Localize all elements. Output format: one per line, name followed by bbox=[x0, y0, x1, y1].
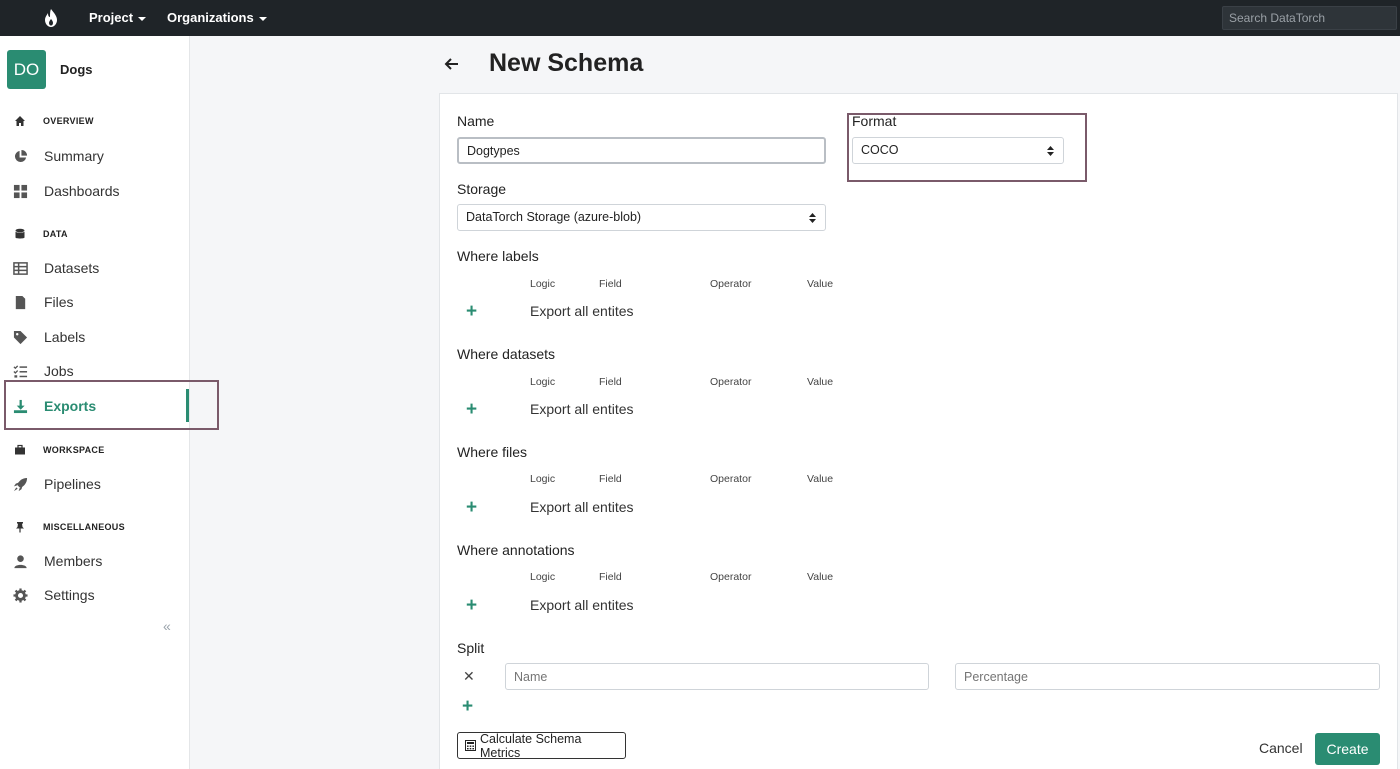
sidebar-item-labels-label: Labels bbox=[44, 329, 86, 345]
column-value: Value bbox=[807, 278, 834, 290]
calculate-schema-metrics-label: Calculate Schema Metrics bbox=[479, 731, 582, 760]
sidebar-item-pipelines-label: Pipelines bbox=[44, 476, 101, 492]
sidebar-item-dashboards[interactable]: Dashboards bbox=[0, 175, 188, 207]
tag-icon bbox=[13, 330, 28, 344]
export-all-annotations-text: Export all entites bbox=[530, 597, 634, 613]
organizations-menu[interactable]: Organizations bbox=[167, 0, 267, 36]
project-menu-label: Project bbox=[89, 10, 134, 25]
sidebar-item-settings-label: Settings bbox=[44, 587, 95, 603]
column-logic: Logic bbox=[530, 278, 556, 290]
sidebar-item-members[interactable]: Members bbox=[0, 545, 188, 577]
file-icon bbox=[15, 295, 26, 309]
column-logic: Logic bbox=[530, 571, 556, 583]
export-all-labels-text: Export all entites bbox=[530, 303, 634, 319]
datatorch-logo-icon[interactable] bbox=[42, 8, 60, 28]
section-workspace: WORKSPACE bbox=[14, 442, 105, 458]
column-field: Field bbox=[599, 571, 622, 583]
calculate-schema-metrics-button[interactable]: Calculate Schema Metrics bbox=[457, 731, 626, 760]
export-all-datasets-text: Export all entites bbox=[530, 401, 634, 417]
split-name-input[interactable] bbox=[505, 663, 929, 690]
sidebar-item-summary-label: Summary bbox=[44, 148, 104, 164]
page-title: New Schema bbox=[489, 49, 644, 77]
column-value: Value bbox=[807, 376, 834, 388]
storage-label: Storage bbox=[457, 181, 507, 197]
project-name[interactable]: Dogs bbox=[60, 62, 93, 77]
sidebar-item-datasets[interactable]: Datasets bbox=[0, 252, 188, 284]
highlight-exports bbox=[4, 380, 219, 430]
pie-chart-icon bbox=[14, 149, 28, 162]
section-overview-label: OVERVIEW bbox=[43, 116, 94, 126]
calculator-icon bbox=[465, 740, 476, 751]
column-field: Field bbox=[599, 473, 622, 485]
add-file-filter-icon[interactable]: + bbox=[466, 498, 477, 517]
briefcase-icon bbox=[15, 444, 25, 455]
pin-icon bbox=[16, 522, 24, 533]
column-value: Value bbox=[807, 473, 834, 485]
home-icon bbox=[15, 116, 25, 126]
top-navbar: Project Organizations bbox=[0, 0, 1400, 36]
sidebar-item-summary[interactable]: Summary bbox=[0, 140, 188, 172]
column-operator: Operator bbox=[710, 278, 752, 290]
back-arrow-icon[interactable] bbox=[443, 54, 461, 74]
user-icon bbox=[14, 554, 27, 568]
column-logic: Logic bbox=[530, 376, 556, 388]
database-icon bbox=[15, 228, 25, 239]
cancel-button[interactable]: Cancel bbox=[1259, 740, 1303, 756]
rocket-icon bbox=[13, 477, 28, 491]
table-icon bbox=[13, 261, 28, 275]
section-data: DATA bbox=[14, 226, 68, 242]
section-miscellaneous: MISCELLANEOUS bbox=[14, 519, 125, 535]
where-annotations-heading: Where annotations bbox=[457, 542, 575, 558]
chevron-down-icon bbox=[258, 16, 267, 21]
section-overview: OVERVIEW bbox=[14, 113, 94, 129]
name-label: Name bbox=[457, 113, 495, 129]
sidebar-item-pipelines[interactable]: Pipelines bbox=[0, 468, 188, 500]
sidebar-item-files[interactable]: Files bbox=[0, 286, 188, 318]
storage-select-value: DataTorch Storage (azure-blob) bbox=[466, 210, 642, 224]
remove-split-icon[interactable]: ✕ bbox=[463, 668, 475, 685]
column-field: Field bbox=[599, 376, 622, 388]
section-miscellaneous-label: MISCELLANEOUS bbox=[43, 522, 125, 532]
add-split-icon[interactable]: + bbox=[462, 697, 473, 716]
search-input[interactable] bbox=[1222, 6, 1397, 30]
where-datasets-heading: Where datasets bbox=[457, 346, 556, 362]
where-files-heading: Where files bbox=[457, 444, 528, 460]
where-labels-heading: Where labels bbox=[457, 248, 539, 264]
add-label-filter-icon[interactable]: + bbox=[466, 302, 477, 321]
name-input[interactable] bbox=[457, 137, 826, 164]
column-value: Value bbox=[807, 571, 834, 583]
create-button[interactable]: Create bbox=[1315, 733, 1380, 765]
add-annotation-filter-icon[interactable]: + bbox=[466, 596, 477, 615]
highlight-format bbox=[847, 113, 1087, 182]
split-label: Split bbox=[457, 640, 485, 656]
split-percentage-input[interactable] bbox=[955, 663, 1380, 690]
column-operator: Operator bbox=[710, 473, 752, 485]
sidebar-item-dashboards-label: Dashboards bbox=[44, 183, 120, 199]
dashboard-icon bbox=[13, 184, 28, 198]
sidebar-item-datasets-label: Datasets bbox=[44, 260, 100, 276]
column-operator: Operator bbox=[710, 571, 752, 583]
tasks-icon bbox=[13, 364, 28, 378]
sidebar-item-files-label: Files bbox=[44, 294, 74, 310]
column-field: Field bbox=[599, 278, 622, 290]
add-dataset-filter-icon[interactable]: + bbox=[466, 400, 477, 419]
storage-select[interactable]: DataTorch Storage (azure-blob) bbox=[457, 204, 826, 231]
export-all-files-text: Export all entites bbox=[530, 499, 634, 515]
column-operator: Operator bbox=[710, 376, 752, 388]
sidebar-item-labels[interactable]: Labels bbox=[0, 321, 188, 353]
select-arrows-icon bbox=[809, 213, 816, 223]
organizations-menu-label: Organizations bbox=[167, 10, 254, 25]
column-logic: Logic bbox=[530, 473, 556, 485]
gear-icon bbox=[13, 587, 28, 603]
project-avatar[interactable]: DO bbox=[7, 50, 46, 89]
sidebar-item-jobs-label: Jobs bbox=[44, 363, 74, 379]
collapse-sidebar-icon[interactable]: « bbox=[163, 618, 171, 634]
section-data-label: DATA bbox=[43, 229, 68, 239]
sidebar-item-settings[interactable]: Settings bbox=[0, 579, 188, 611]
project-menu[interactable]: Project bbox=[89, 0, 147, 36]
sidebar-item-members-label: Members bbox=[44, 553, 103, 569]
chevron-down-icon bbox=[138, 16, 147, 21]
section-workspace-label: WORKSPACE bbox=[43, 445, 105, 455]
